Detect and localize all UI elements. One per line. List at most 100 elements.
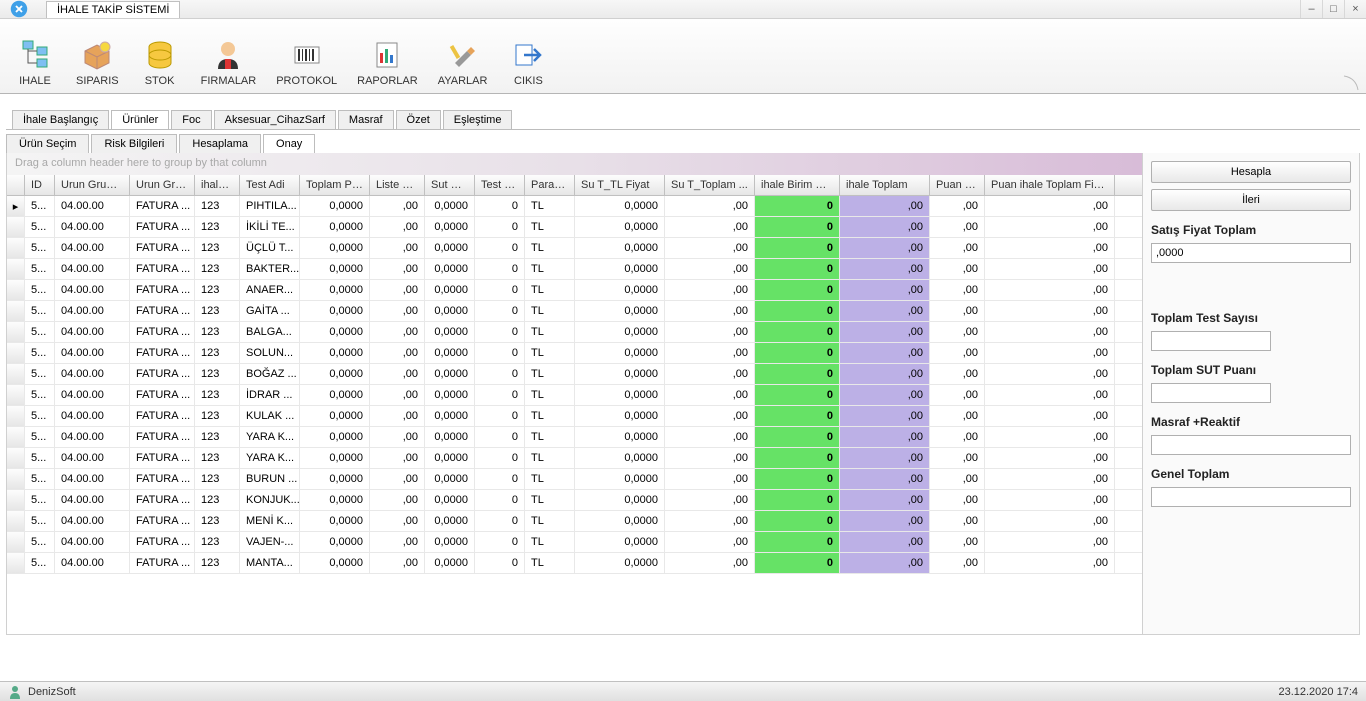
cell: 0,0000 (575, 322, 665, 342)
main-tab-3[interactable]: Aksesuar_CihazSarf (214, 110, 336, 129)
table-row[interactable]: 5...04.00.00FATURA ...123MENİ K...0,0000… (7, 511, 1142, 532)
col-header-12[interactable]: Su T_Toplam ... (665, 175, 755, 195)
col-header-7[interactable]: Liste Fi... (370, 175, 425, 195)
cell: TL (525, 343, 575, 363)
col-header-1[interactable]: ID (25, 175, 55, 195)
grid-body[interactable]: ▸5...04.00.00FATURA ...123PIHTILA...0,00… (7, 196, 1142, 634)
cell: ,00 (665, 490, 755, 510)
cell: 123 (195, 259, 240, 279)
table-row[interactable]: 5...04.00.00FATURA ...123KONJUK...0,0000… (7, 490, 1142, 511)
table-row[interactable]: 5...04.00.00FATURA ...123BALGA...0,0000,… (7, 322, 1142, 343)
col-header-10[interactable]: Para B... (525, 175, 575, 195)
ribbon-siparis[interactable]: SIPARIS (70, 23, 125, 89)
ribbon-stok[interactable]: STOK (133, 23, 187, 89)
col-header-16[interactable]: Puan ihale Toplam Fiyat (985, 175, 1115, 195)
ribbon-ihale[interactable]: IHALE (8, 23, 62, 89)
window-tab[interactable]: İHALE TAKİP SİSTEMİ (46, 1, 180, 18)
cell: 5... (25, 532, 55, 552)
cell: ,00 (930, 217, 985, 237)
col-header-3[interactable]: Urun Gru... (130, 175, 195, 195)
table-row[interactable]: ▸5...04.00.00FATURA ...123PIHTILA...0,00… (7, 196, 1142, 217)
col-header-6[interactable]: Toplam Puan (300, 175, 370, 195)
cell: ,00 (930, 469, 985, 489)
cell: ,00 (930, 238, 985, 258)
close-button[interactable]: × (1344, 0, 1366, 18)
cell: FATURA ... (130, 217, 195, 237)
col-header-14[interactable]: ihale Toplam (840, 175, 930, 195)
maximize-button[interactable]: □ (1322, 0, 1344, 18)
table-row[interactable]: 5...04.00.00FATURA ...123BAKTER...0,0000… (7, 259, 1142, 280)
col-header-5[interactable]: Test Adi (240, 175, 300, 195)
table-row[interactable]: 5...04.00.00FATURA ...123YARA K...0,0000… (7, 427, 1142, 448)
col-header-2[interactable]: Urun Grup ... (55, 175, 130, 195)
table-row[interactable]: 5...04.00.00FATURA ...123YARA K...0,0000… (7, 448, 1142, 469)
ribbon-collapse-handle[interactable] (1336, 72, 1366, 94)
tray-button[interactable]: ‒ (1300, 0, 1322, 18)
cell: 123 (195, 301, 240, 321)
cell: 0 (475, 301, 525, 321)
table-row[interactable]: 5...04.00.00FATURA ...123VAJEN-...0,0000… (7, 532, 1142, 553)
test-sayisi-input[interactable] (1151, 331, 1271, 351)
main-tab-6[interactable]: Eşleştime (443, 110, 513, 129)
barcode-icon (289, 37, 325, 73)
cell (7, 553, 25, 573)
col-header-0[interactable] (7, 175, 25, 195)
cell (7, 385, 25, 405)
main-tab-0[interactable]: İhale Başlangıç (12, 110, 109, 129)
cell: 5... (25, 553, 55, 573)
cell: MANTA... (240, 553, 300, 573)
cell: 0 (755, 448, 840, 468)
table-row[interactable]: 5...04.00.00FATURA ...123İDRAR ...0,0000… (7, 385, 1142, 406)
ribbon-raporlar[interactable]: RAPORLAR (351, 23, 424, 89)
cell: ÜÇLÜ T... (240, 238, 300, 258)
satis-fiyat-input[interactable] (1151, 243, 1351, 263)
cell: KONJUK... (240, 490, 300, 510)
genel-toplam-input[interactable] (1151, 487, 1351, 507)
col-header-15[interactable]: Puan ih... (930, 175, 985, 195)
group-by-bar[interactable]: Drag a column header here to group by th… (7, 153, 1142, 175)
table-row[interactable]: 5...04.00.00FATURA ...123SOLUN...0,0000,… (7, 343, 1142, 364)
cell: BAKTER... (240, 259, 300, 279)
table-row[interactable]: 5...04.00.00FATURA ...123ANAER...0,0000,… (7, 280, 1142, 301)
col-header-11[interactable]: Su T_TL Fiyat (575, 175, 665, 195)
sub-tab-3[interactable]: Onay (263, 134, 315, 153)
cell: 0,0000 (300, 469, 370, 489)
table-row[interactable]: 5...04.00.00FATURA ...123İKİLİ TE...0,00… (7, 217, 1142, 238)
exit-icon (510, 37, 546, 73)
sub-tab-1[interactable]: Risk Bilgileri (91, 134, 177, 153)
main-tab-2[interactable]: Foc (171, 110, 211, 129)
ribbon-protokol[interactable]: PROTOKOL (270, 23, 343, 89)
genel-toplam-label: Genel Toplam (1151, 467, 1351, 481)
sub-tab-0[interactable]: Ürün Seçim (6, 134, 89, 153)
cell: ,00 (840, 322, 930, 342)
cell: 0,0000 (300, 217, 370, 237)
col-header-4[interactable]: ihale ... (195, 175, 240, 195)
ileri-button[interactable]: İleri (1151, 189, 1351, 211)
ribbon-ayarlar[interactable]: AYARLAR (432, 23, 494, 89)
table-row[interactable]: 5...04.00.00FATURA ...123GAİTA ...0,0000… (7, 301, 1142, 322)
ribbon-cikis[interactable]: CIKIS (501, 23, 555, 89)
cell: 0,0000 (425, 343, 475, 363)
cell: ,00 (985, 385, 1115, 405)
sub-tab-2[interactable]: Hesaplama (179, 134, 261, 153)
hesapla-button[interactable]: Hesapla (1151, 161, 1351, 183)
table-row[interactable]: 5...04.00.00FATURA ...123ÜÇLÜ T...0,0000… (7, 238, 1142, 259)
table-row[interactable]: 5...04.00.00FATURA ...123BOĞAZ ...0,0000… (7, 364, 1142, 385)
table-row[interactable]: 5...04.00.00FATURA ...123BURUN ...0,0000… (7, 469, 1142, 490)
col-header-8[interactable]: Sut Pu... (425, 175, 475, 195)
cell: ,00 (370, 406, 425, 426)
table-row[interactable]: 5...04.00.00FATURA ...123MANTA...0,0000,… (7, 553, 1142, 574)
app-icon[interactable] (0, 0, 38, 19)
main-tab-5[interactable]: Özet (396, 110, 441, 129)
col-header-13[interactable]: ihale Birim Fiyati (755, 175, 840, 195)
cell: 0,0000 (300, 448, 370, 468)
sut-puan-input[interactable] (1151, 383, 1271, 403)
table-row[interactable]: 5...04.00.00FATURA ...123KULAK ...0,0000… (7, 406, 1142, 427)
cell: 5... (25, 322, 55, 342)
col-header-9[interactable]: Test S... (475, 175, 525, 195)
cell: FATURA ... (130, 448, 195, 468)
main-tab-4[interactable]: Masraf (338, 110, 394, 129)
ribbon-firmalar[interactable]: FIRMALAR (195, 23, 263, 89)
main-tab-1[interactable]: Ürünler (111, 110, 169, 129)
masraf-input[interactable] (1151, 435, 1351, 455)
